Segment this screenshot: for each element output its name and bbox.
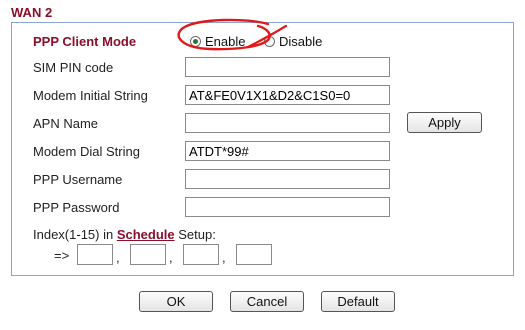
cancel-button[interactable]: Cancel xyxy=(230,291,304,312)
dial-label: Modem Dial String xyxy=(33,144,140,159)
modem-init-row: Modem Initial String xyxy=(12,83,513,109)
apn-label: APN Name xyxy=(33,116,99,131)
apply-button[interactable]: Apply xyxy=(407,112,482,133)
schedule-label: Index(1-15) in Schedule Setup: xyxy=(33,227,216,242)
wan2-settings-panel: PPP Client Mode Enable Disable SIM PIN c… xyxy=(11,22,514,276)
ppp-username-label: PPP Username xyxy=(33,172,123,187)
dial-input[interactable] xyxy=(185,141,390,161)
ppp-password-row: PPP Password xyxy=(12,195,513,221)
section-title: WAN 2 xyxy=(11,5,53,20)
modem-init-input[interactable] xyxy=(185,85,390,105)
sim-pin-row: SIM PIN code xyxy=(12,55,513,81)
schedule-index-2[interactable] xyxy=(130,244,166,265)
schedule-separator: , xyxy=(222,250,226,265)
enable-radio-label[interactable]: Enable xyxy=(205,34,245,49)
apn-input[interactable] xyxy=(185,113,390,133)
default-button[interactable]: Default xyxy=(321,291,395,312)
disable-radio-label[interactable]: Disable xyxy=(279,34,322,49)
schedule-link[interactable]: Schedule xyxy=(117,227,175,242)
schedule-index-4[interactable] xyxy=(236,244,272,265)
ppp-mode-row: PPP Client Mode Enable Disable xyxy=(12,29,513,55)
apn-row: APN Name Apply xyxy=(12,111,513,137)
ppp-username-row: PPP Username xyxy=(12,167,513,193)
schedule-separator: , xyxy=(116,250,120,265)
disable-radio[interactable] xyxy=(264,36,275,47)
schedule-prefix: Index(1-15) in xyxy=(33,227,114,242)
schedule-arrow: => xyxy=(54,248,70,263)
ok-button[interactable]: OK xyxy=(139,291,213,312)
enable-radio[interactable] xyxy=(190,36,201,47)
sim-pin-input[interactable] xyxy=(185,57,390,77)
schedule-index-3[interactable] xyxy=(183,244,219,265)
schedule-suffix: Setup: xyxy=(178,227,216,242)
sim-pin-label: SIM PIN code xyxy=(33,60,114,75)
dial-row: Modem Dial String xyxy=(12,139,513,165)
ppp-password-input[interactable] xyxy=(185,197,390,217)
schedule-index-1[interactable] xyxy=(77,244,113,265)
schedule-index-row: => , , , xyxy=(12,244,513,268)
ppp-username-input[interactable] xyxy=(185,169,390,189)
schedule-separator: , xyxy=(169,250,173,265)
modem-init-label: Modem Initial String xyxy=(33,88,148,103)
ppp-mode-label: PPP Client Mode xyxy=(33,34,137,49)
ppp-password-label: PPP Password xyxy=(33,200,120,215)
